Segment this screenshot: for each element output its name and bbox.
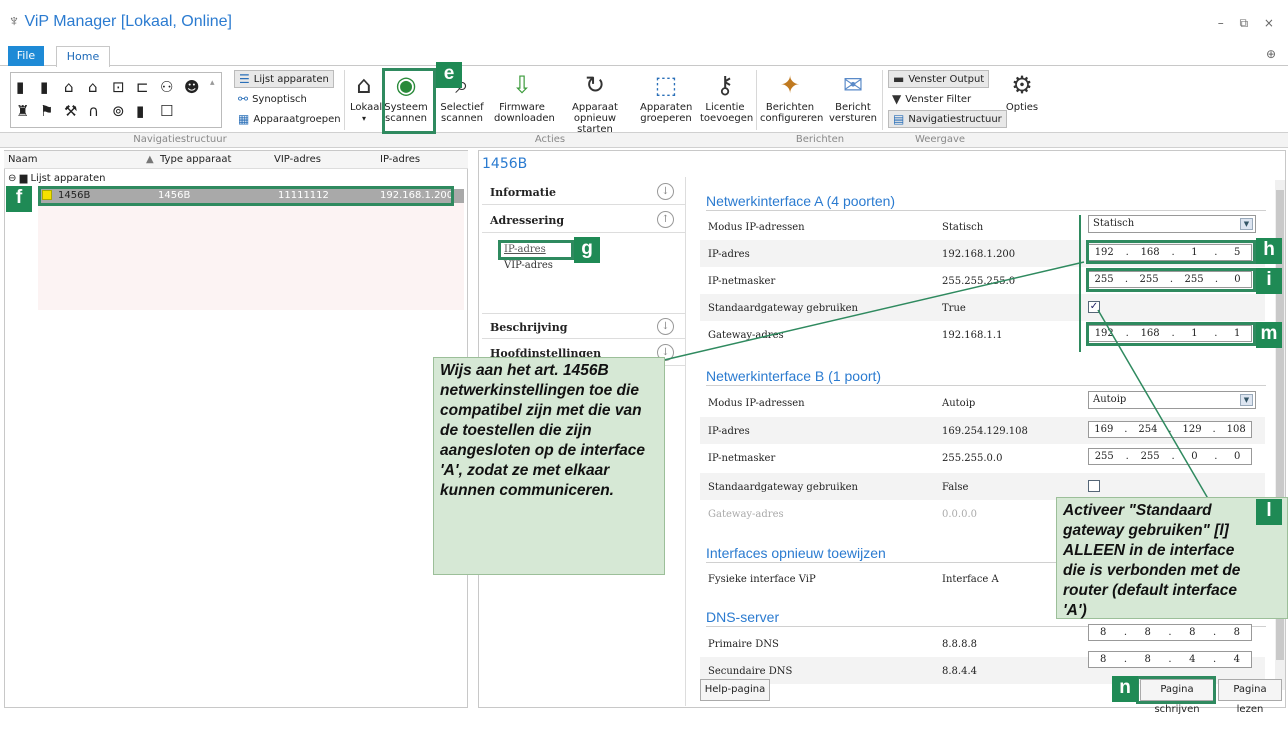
tag-l: l	[1256, 499, 1282, 525]
leader-line-right	[1097, 309, 1211, 503]
callout-right: Activeer "Standaard gateway gebruiken" […	[1056, 497, 1288, 619]
callout-left: Wijs aan het art. 1456B netwerkinstellin…	[433, 357, 665, 575]
leader-line-left	[663, 261, 1085, 361]
